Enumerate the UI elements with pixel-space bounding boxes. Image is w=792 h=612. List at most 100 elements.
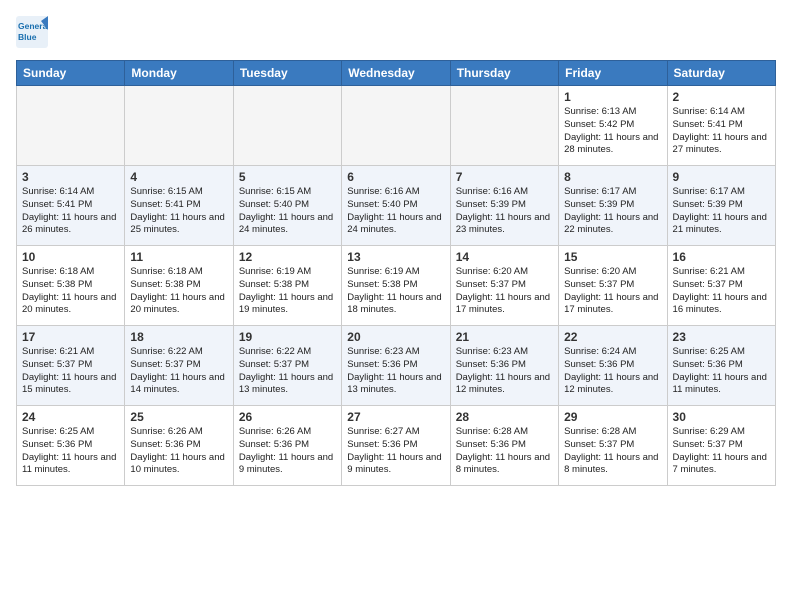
- calendar-day-cell: 17 Sunrise: 6:21 AM Sunset: 5:37 PM Dayli…: [17, 326, 125, 406]
- day-number: 27: [347, 410, 444, 424]
- day-info: Sunrise: 6:24 AM Sunset: 5:36 PM Dayligh…: [564, 346, 661, 397]
- day-info: Sunrise: 6:18 AM Sunset: 5:38 PM Dayligh…: [22, 266, 119, 317]
- calendar-day-cell: [233, 86, 341, 166]
- calendar-day-cell: [125, 86, 233, 166]
- day-info: Sunrise: 6:23 AM Sunset: 5:36 PM Dayligh…: [456, 346, 553, 397]
- calendar-day-cell: 6 Sunrise: 6:16 AM Sunset: 5:40 PM Daylig…: [342, 166, 450, 246]
- day-number: 8: [564, 170, 661, 184]
- day-info: Sunrise: 6:29 AM Sunset: 5:37 PM Dayligh…: [673, 426, 770, 477]
- day-number: 28: [456, 410, 553, 424]
- day-number: 14: [456, 250, 553, 264]
- day-info: Sunrise: 6:21 AM Sunset: 5:37 PM Dayligh…: [22, 346, 119, 397]
- day-info: Sunrise: 6:16 AM Sunset: 5:40 PM Dayligh…: [347, 186, 444, 237]
- calendar-day-cell: 8Sunrise: 6:17 AM Sunset: 5:39 PM Daylig…: [559, 166, 667, 246]
- weekday-header: Tuesday: [233, 61, 341, 86]
- calendar-day-cell: 19Sunrise: 6:22 AM Sunset: 5:37 PM Dayli…: [233, 326, 341, 406]
- day-number: 3: [22, 170, 119, 184]
- day-info: Sunrise: 6:26 AM Sunset: 5:36 PM Dayligh…: [239, 426, 336, 477]
- calendar-day-cell: 11 Sunrise: 6:18 AM Sunset: 5:38 PM Dayli…: [125, 246, 233, 326]
- day-number: 12: [239, 250, 336, 264]
- day-number: 5: [239, 170, 336, 184]
- calendar-day-cell: 12 Sunrise: 6:19 AM Sunset: 5:38 PM Dayli…: [233, 246, 341, 326]
- calendar-day-cell: 4 Sunrise: 6:15 AM Sunset: 5:41 PM Daylig…: [125, 166, 233, 246]
- day-number: 18: [130, 330, 227, 344]
- calendar-week-row: 24 Sunrise: 6:25 AM Sunset: 5:36 PM Dayli…: [17, 406, 776, 486]
- calendar-header-row: SundayMondayTuesdayWednesdayThursdayFrid…: [17, 61, 776, 86]
- calendar-day-cell: 1 Sunrise: 6:13 AM Sunset: 5:42 PM Daylig…: [559, 86, 667, 166]
- day-info: Sunrise: 6:13 AM Sunset: 5:42 PM Dayligh…: [564, 106, 661, 157]
- calendar-week-row: 17 Sunrise: 6:21 AM Sunset: 5:37 PM Dayli…: [17, 326, 776, 406]
- day-number: 21: [456, 330, 553, 344]
- day-number: 11: [130, 250, 227, 264]
- logo: General Blue: [16, 16, 48, 48]
- calendar-day-cell: 9 Sunrise: 6:17 AM Sunset: 5:39 PM Daylig…: [667, 166, 775, 246]
- calendar-day-cell: 24 Sunrise: 6:25 AM Sunset: 5:36 PM Dayli…: [17, 406, 125, 486]
- calendar-day-cell: 16Sunrise: 6:21 AM Sunset: 5:37 PM Dayli…: [667, 246, 775, 326]
- day-number: 15: [564, 250, 661, 264]
- day-info: Sunrise: 6:25 AM Sunset: 5:36 PM Dayligh…: [673, 346, 770, 397]
- day-number: 6: [347, 170, 444, 184]
- calendar-day-cell: [17, 86, 125, 166]
- logo-svg: General Blue: [16, 16, 48, 48]
- calendar-day-cell: [450, 86, 558, 166]
- day-info: Sunrise: 6:28 AM Sunset: 5:37 PM Dayligh…: [564, 426, 661, 477]
- calendar-day-cell: 10 Sunrise: 6:18 AM Sunset: 5:38 PM Dayli…: [17, 246, 125, 326]
- day-info: Sunrise: 6:15 AM Sunset: 5:41 PM Dayligh…: [130, 186, 227, 237]
- weekday-header: Monday: [125, 61, 233, 86]
- day-info: Sunrise: 6:25 AM Sunset: 5:36 PM Dayligh…: [22, 426, 119, 477]
- day-number: 2: [673, 90, 770, 104]
- calendar-day-cell: 14 Sunrise: 6:20 AM Sunset: 5:37 PM Dayli…: [450, 246, 558, 326]
- calendar-day-cell: 15 Sunrise: 6:20 AM Sunset: 5:37 PM Dayli…: [559, 246, 667, 326]
- day-info: Sunrise: 6:15 AM Sunset: 5:40 PM Dayligh…: [239, 186, 336, 237]
- day-number: 25: [130, 410, 227, 424]
- day-number: 7: [456, 170, 553, 184]
- day-number: 16: [673, 250, 770, 264]
- calendar-day-cell: 5 Sunrise: 6:15 AM Sunset: 5:40 PM Daylig…: [233, 166, 341, 246]
- day-info: Sunrise: 6:18 AM Sunset: 5:38 PM Dayligh…: [130, 266, 227, 317]
- day-number: 10: [22, 250, 119, 264]
- day-number: 22: [564, 330, 661, 344]
- calendar-day-cell: 21 Sunrise: 6:23 AM Sunset: 5:36 PM Dayli…: [450, 326, 558, 406]
- calendar-day-cell: 29 Sunrise: 6:28 AM Sunset: 5:37 PM Dayli…: [559, 406, 667, 486]
- day-number: 29: [564, 410, 661, 424]
- day-number: 19: [239, 330, 336, 344]
- day-info: Sunrise: 6:20 AM Sunset: 5:37 PM Dayligh…: [456, 266, 553, 317]
- day-number: 13: [347, 250, 444, 264]
- calendar-day-cell: 20Sunrise: 6:23 AM Sunset: 5:36 PM Dayli…: [342, 326, 450, 406]
- day-number: 23: [673, 330, 770, 344]
- calendar-day-cell: [342, 86, 450, 166]
- day-info: Sunrise: 6:16 AM Sunset: 5:39 PM Dayligh…: [456, 186, 553, 237]
- day-number: 30: [673, 410, 770, 424]
- day-number: 17: [22, 330, 119, 344]
- svg-text:Blue: Blue: [18, 32, 37, 42]
- calendar-day-cell: 27 Sunrise: 6:27 AM Sunset: 5:36 PM Dayli…: [342, 406, 450, 486]
- calendar-day-cell: 13 Sunrise: 6:19 AM Sunset: 5:38 PM Dayli…: [342, 246, 450, 326]
- day-info: Sunrise: 6:19 AM Sunset: 5:38 PM Dayligh…: [347, 266, 444, 317]
- calendar-day-cell: 26 Sunrise: 6:26 AM Sunset: 5:36 PM Dayli…: [233, 406, 341, 486]
- day-number: 4: [130, 170, 227, 184]
- calendar-day-cell: 18 Sunrise: 6:22 AM Sunset: 5:37 PM Dayli…: [125, 326, 233, 406]
- day-info: Sunrise: 6:28 AM Sunset: 5:36 PM Dayligh…: [456, 426, 553, 477]
- day-info: Sunrise: 6:22 AM Sunset: 5:37 PM Dayligh…: [130, 346, 227, 397]
- day-info: Sunrise: 6:27 AM Sunset: 5:36 PM Dayligh…: [347, 426, 444, 477]
- weekday-header: Friday: [559, 61, 667, 86]
- calendar-week-row: 10 Sunrise: 6:18 AM Sunset: 5:38 PM Dayli…: [17, 246, 776, 326]
- calendar-day-cell: 22 Sunrise: 6:24 AM Sunset: 5:36 PM Dayli…: [559, 326, 667, 406]
- day-info: Sunrise: 6:14 AM Sunset: 5:41 PM Dayligh…: [673, 106, 770, 157]
- day-number: 9: [673, 170, 770, 184]
- calendar-day-cell: 3 Sunrise: 6:14 AM Sunset: 5:41 PM Daylig…: [17, 166, 125, 246]
- calendar-week-row: 1 Sunrise: 6:13 AM Sunset: 5:42 PM Daylig…: [17, 86, 776, 166]
- day-number: 26: [239, 410, 336, 424]
- day-info: Sunrise: 6:17 AM Sunset: 5:39 PM Dayligh…: [673, 186, 770, 237]
- calendar-day-cell: 2 Sunrise: 6:14 AM Sunset: 5:41 PM Daylig…: [667, 86, 775, 166]
- day-info: Sunrise: 6:19 AM Sunset: 5:38 PM Dayligh…: [239, 266, 336, 317]
- day-info: Sunrise: 6:20 AM Sunset: 5:37 PM Dayligh…: [564, 266, 661, 317]
- day-info: Sunrise: 6:14 AM Sunset: 5:41 PM Dayligh…: [22, 186, 119, 237]
- day-number: 1: [564, 90, 661, 104]
- calendar-day-cell: 25Sunrise: 6:26 AM Sunset: 5:36 PM Dayli…: [125, 406, 233, 486]
- calendar-day-cell: 7 Sunrise: 6:16 AM Sunset: 5:39 PM Daylig…: [450, 166, 558, 246]
- day-number: 24: [22, 410, 119, 424]
- calendar-day-cell: 28 Sunrise: 6:28 AM Sunset: 5:36 PM Dayli…: [450, 406, 558, 486]
- calendar-week-row: 3 Sunrise: 6:14 AM Sunset: 5:41 PM Daylig…: [17, 166, 776, 246]
- weekday-header: Saturday: [667, 61, 775, 86]
